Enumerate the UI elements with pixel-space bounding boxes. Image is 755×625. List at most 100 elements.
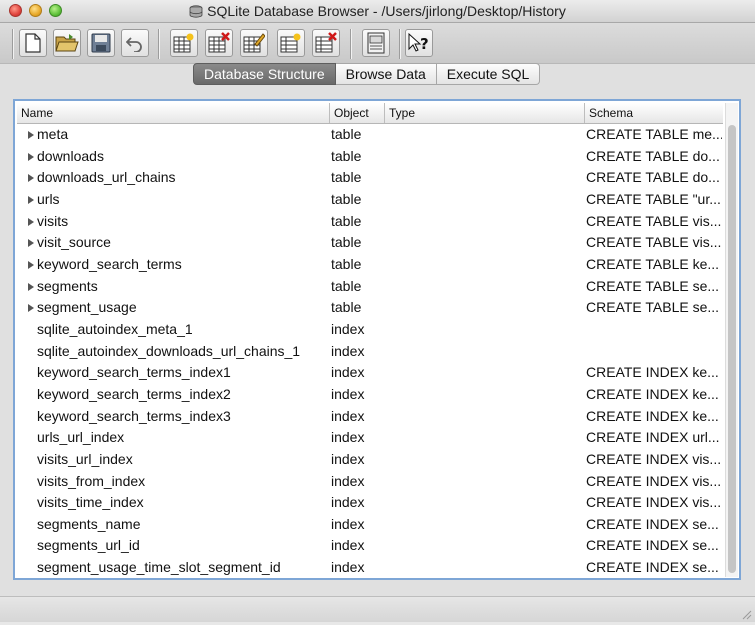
tree-row[interactable]: visits table CREATE TABLE vis... [17,211,723,233]
scrollbar-thumb[interactable] [728,125,736,573]
delete-index-button[interactable] [312,29,340,57]
row-object-type: table [331,299,362,316]
row-schema: CREATE INDEX ke... [586,364,719,381]
disclosure-triangle-icon[interactable] [28,174,34,183]
row-name: segment_usage [37,299,137,316]
tree-row[interactable]: keyword_search_terms table CREATE TABLE ke… [17,254,723,276]
delete-table-button[interactable] [205,29,233,57]
tree-row[interactable]: downloads table CREATE TABLE do... [17,146,723,168]
window-title-area: SQLite Database Browser - /Users/jirlong… [0,3,755,21]
database-icon [189,5,203,21]
row-name: urls [37,190,60,207]
row-schema: CREATE TABLE do... [586,147,720,164]
column-header-type[interactable]: Type [385,103,585,123]
row-name: sqlite_autoindex_meta_1 [37,320,193,337]
tree-row[interactable]: segments table CREATE TABLE se... [17,276,723,298]
row-name: keyword_search_terms_index1 [37,364,231,381]
column-header-name[interactable]: Name [17,103,330,123]
tree-row[interactable]: visit_source table CREATE TABLE vis... [17,232,723,254]
tab-execute-sql[interactable]: Execute SQL [436,63,541,85]
row-schema: CREATE TABLE vis... [586,212,722,229]
row-object-type: index [331,559,365,576]
row-schema: CREATE TABLE se... [586,299,720,316]
tree-row[interactable]: keyword_search_terms_index3 index CREATE I… [17,406,723,428]
main-toolbar: ? [0,23,755,63]
modify-table-button[interactable] [240,29,268,57]
tree-row[interactable]: visits_from_index index CREATE INDEX vis..… [17,471,723,493]
write-changes-button[interactable] [87,29,115,57]
tree-row[interactable]: visits_time_index index CREATE INDEX vis..… [17,492,723,514]
tree-row[interactable]: sqlite_autoindex_meta_1 index [17,319,723,341]
row-schema: CREATE INDEX se... [586,559,719,576]
resize-grip-icon[interactable] [740,607,752,620]
row-name: visit_source [37,234,111,251]
tab-browse-data[interactable]: Browse Data [335,63,437,85]
row-name: urls_url_index [37,429,125,446]
database-structure-tree[interactable]: Name Object Type Schema meta table CREATE … [13,99,741,580]
row-schema: CREATE INDEX se... [586,537,719,554]
row-name: sqlite_autoindex_downloads_url_chains_1 [37,342,301,359]
disclosure-triangle-icon[interactable] [28,304,34,313]
tree-row[interactable]: downloads_url_chains table CREATE TABLE do… [17,167,723,189]
disclosure-triangle-icon[interactable] [28,239,34,248]
tab-database-structure[interactable]: Database Structure [193,63,336,85]
delete-index-icon [315,32,337,54]
whats-this-button[interactable]: ? [405,29,433,57]
row-schema: CREATE TABLE se... [586,277,720,294]
row-object-type: table [331,126,362,142]
disclosure-triangle-icon[interactable] [28,152,34,161]
tree-row[interactable]: urls table CREATE TABLE "ur... [17,189,723,211]
row-name: keyword_search_terms_index3 [37,407,231,424]
new-document-icon [24,33,42,53]
open-folder-icon [55,33,79,53]
new-database-button[interactable] [19,29,47,57]
row-schema: CREATE TABLE me... [586,126,722,142]
row-object-type: index [331,537,365,554]
disclosure-triangle-icon[interactable] [28,217,34,226]
tree-row[interactable]: segment_usage_time_slot_segment_id index C… [17,557,723,579]
row-schema: CREATE INDEX vis... [586,494,722,511]
row-schema: CREATE INDEX url... [586,429,720,446]
row-schema: CREATE INDEX ke... [586,385,719,402]
modify-table-icon [243,32,265,54]
tree-rows: meta table CREATE TABLE me... downloads tabl… [17,124,723,579]
disclosure-triangle-icon[interactable] [28,260,34,269]
row-name: meta [37,126,69,142]
row-name: keyword_search_terms_index2 [37,385,231,402]
create-index-button[interactable] [277,29,305,57]
column-header-object[interactable]: Object [330,103,385,123]
tree-header: Name Object Type Schema [17,103,723,124]
row-schema: CREATE INDEX ke... [586,407,719,424]
row-name: visits [37,212,69,229]
tree-row[interactable]: keyword_search_terms_index2 index CREATE I… [17,384,723,406]
row-object-type: table [331,147,362,164]
tree-row[interactable]: visits_url_index index CREATE INDEX vis... [17,449,723,471]
disclosure-triangle-icon[interactable] [28,131,34,139]
create-table-button[interactable] [170,29,198,57]
sql-log-button[interactable] [362,29,390,57]
row-name: downloads_url_chains [37,169,176,186]
vertical-scrollbar[interactable] [725,103,738,577]
row-object-type: index [331,407,365,424]
tree-row[interactable]: meta table CREATE TABLE me... [17,124,723,146]
tree-row[interactable]: sqlite_autoindex_downloads_url_chains_1 i… [17,341,723,363]
row-schema: CREATE TABLE "ur... [586,190,721,207]
row-schema: CREATE TABLE ke... [586,255,720,272]
whats-this-help-icon: ? [407,32,431,54]
tree-row[interactable]: segment_usage table CREATE TABLE se... [17,297,723,319]
tree-row[interactable]: segments_url_id index CREATE INDEX se... [17,535,723,557]
row-object-type: index [331,515,365,532]
row-object-type: index [331,364,365,381]
row-name: segments_url_id [37,537,140,554]
revert-changes-button[interactable] [121,29,149,57]
row-object-type: table [331,255,362,272]
column-header-schema[interactable]: Schema [585,103,723,123]
open-database-button[interactable] [53,29,81,57]
disclosure-triangle-icon[interactable] [28,282,34,291]
tree-row[interactable]: segments_name index CREATE INDEX se... [17,514,723,536]
tree-row[interactable]: urls_url_index index CREATE INDEX url... [17,427,723,449]
tree-row[interactable]: keyword_search_terms_index1 index CREATE I… [17,362,723,384]
undo-arrow-icon [126,34,144,52]
disclosure-triangle-icon[interactable] [28,195,34,204]
row-name: keyword_search_terms [37,255,182,272]
